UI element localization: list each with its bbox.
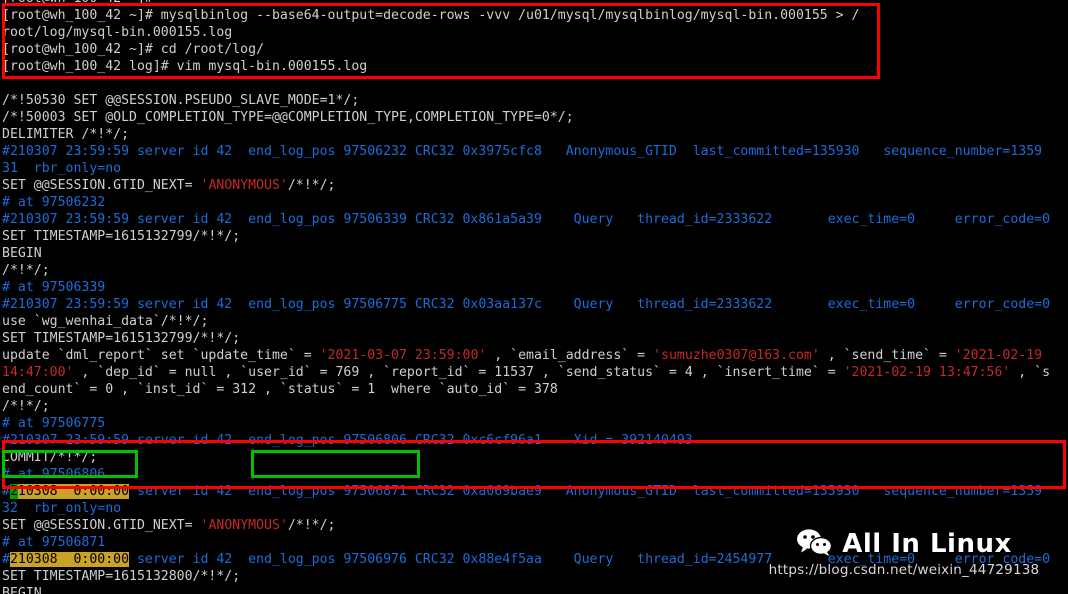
terminal-span: SET TIMESTAMP=1615132799/*!*/; — [2, 229, 241, 244]
terminal-span: end_count` = 0 , `inst_id` = 312 , `stat… — [2, 382, 558, 397]
terminal-span: '2021-02-19 — [954, 348, 1043, 363]
terminal-span: , `dep_id` = null , `user_id` = 769 , `r… — [73, 365, 844, 380]
terminal-line: use `wg_wenhai_data`/*!*/; — [0, 313, 1068, 330]
terminal-line: #210307 23:59:59 server id 42 end_log_po… — [0, 143, 1068, 160]
terminal-span: #210307 23:59:59 server id 42 end_log_po… — [2, 212, 1051, 227]
terminal-line: [root@wh_100_42 ~]# mysqlbinlog --base64… — [0, 7, 1068, 24]
terminal-line: SET @@SESSION.GTID_NEXT= 'ANONYMOUS'/*!*… — [0, 177, 1068, 194]
terminal-span: BEGIN — [2, 586, 42, 594]
terminal-span: /*!*/; — [287, 518, 336, 533]
terminal-line: BEGIN — [0, 585, 1068, 594]
terminal-span: , `email_address` = — [486, 348, 654, 363]
terminal-span: /*!50530 SET @@SESSION.PSEUDO_SLAVE_MODE… — [2, 93, 360, 108]
terminal-span: end_log_pos 97506871 — [248, 484, 407, 499]
terminal-span: SET @@SESSION.GTID_NEXT= — [2, 518, 201, 533]
terminal-span: # — [2, 484, 10, 499]
terminal-line: DELIMITER /*!*/; — [0, 126, 1068, 143]
terminal-line: 32 rbr_only=no — [0, 500, 1068, 517]
terminal-span: /*!*/; — [2, 263, 50, 278]
terminal-line: COMMIT/*!*/; — [0, 449, 1068, 466]
terminal-span: 210308 0:00:00 — [9, 552, 130, 567]
terminal-line: #210307 23:59:59 server id 42 end_log_po… — [0, 296, 1068, 313]
terminal-span: #210307 23:59:59 server id 42 end_log_po… — [2, 433, 693, 448]
terminal-line: root/log/mysql-bin.000155.log — [0, 24, 1068, 41]
watermark: All In Linux https://blog.csdn.net/weixi… — [740, 528, 1068, 578]
watermark-url: https://blog.csdn.net/weixin_44729138 — [768, 562, 1040, 578]
terminal-span: SET TIMESTAMP=1615132800/*!*/; — [2, 569, 241, 584]
terminal-span: [root@wh_100_42 log]# vim mysql-bin.0001… — [2, 59, 368, 74]
terminal-span: 'sumuzhe0307@163.com' — [653, 348, 820, 363]
terminal-span: # at 97506232 — [2, 195, 106, 210]
terminal-line: # at 97506806 — [0, 466, 1068, 483]
terminal-span: , `s — [1010, 365, 1051, 380]
terminal-line: # at 97506232 — [0, 194, 1068, 211]
terminal-span: update `dml_report` set `update_time` = — [2, 348, 320, 363]
terminal-span: # at 97506871 — [2, 535, 106, 550]
terminal-span: # — [2, 552, 10, 567]
terminal-line: BEGIN — [0, 245, 1068, 262]
terminal-span: CRC32 0xa069bae9 Anonymous_GTID last_com… — [406, 484, 1043, 499]
terminal-span: SET @@SESSION.GTID_NEXT= — [2, 178, 201, 193]
terminal-span: [root@wh_100_42 ~]# mysqlbinlog --base64… — [2, 8, 860, 23]
terminal-line: #210307 23:59:59 server id 42 end_log_po… — [0, 211, 1068, 228]
terminal-span: use `wg_wenhai_data`/*!*/; — [2, 314, 209, 329]
terminal-line: /*!*/; — [0, 398, 1068, 415]
terminal-line: /*!50530 SET @@SESSION.PSEUDO_SLAVE_MODE… — [0, 92, 1068, 109]
terminal-line: #210308 0:00:00 server id 42 end_log_pos… — [0, 483, 1068, 500]
terminal-span: # at 97506806 — [2, 467, 106, 482]
terminal-span: 2 — [9, 484, 18, 499]
terminal-span: DELIMITER /*!*/; — [2, 127, 130, 142]
terminal-line: [root@wh_100_42 ~]# cd /root/log/ — [0, 41, 1068, 58]
terminal-line: SET TIMESTAMP=1615132799/*!*/; — [0, 330, 1068, 347]
terminal-span: 31 rbr_only=no — [2, 161, 122, 176]
terminal-line: # at 97506339 — [0, 279, 1068, 296]
terminal-span: 'ANONYMOUS' — [200, 178, 288, 193]
terminal-span: BEGIN — [2, 246, 42, 261]
terminal-line: [root@wh_100_42 ~]# — [0, 0, 1068, 7]
terminal-line: [root@wh_100_42 log]# vim mysql-bin.0001… — [0, 58, 1068, 75]
terminal-line: end_count` = 0 , `inst_id` = 312 , `stat… — [0, 381, 1068, 398]
terminal-line: update `dml_report` set `update_time` = … — [0, 347, 1068, 364]
terminal-span: , `send_time` = — [819, 348, 955, 363]
terminal-line: # at 97506775 — [0, 415, 1068, 432]
terminal-line: #210307 23:59:59 server id 42 end_log_po… — [0, 432, 1068, 449]
terminal-line: 31 rbr_only=no — [0, 160, 1068, 177]
terminal-text-layer: [root@wh_100_42 ~]# [root@wh_100_42 ~]# m… — [0, 0, 1068, 594]
terminal-span: 32 rbr_only=no — [2, 501, 122, 516]
terminal-line: /*!*/; — [0, 262, 1068, 279]
watermark-title-row: All In Linux — [796, 528, 1012, 560]
terminal-span: SET TIMESTAMP=1615132799/*!*/; — [2, 331, 241, 346]
terminal-span: [root@wh_100_42 ~]# cd /root/log/ — [2, 42, 265, 57]
terminal-span: root/log/mysql-bin.000155.log — [2, 25, 233, 40]
terminal-span: 10308 0:00:00 — [17, 484, 130, 499]
terminal-line: 14:47:00' , `dep_id` = null , `user_id` … — [0, 364, 1068, 381]
watermark-title: All In Linux — [842, 529, 1012, 559]
terminal-span: 14:47:00' — [2, 365, 74, 380]
terminal-span: #210307 23:59:59 server id 42 end_log_po… — [2, 297, 1051, 312]
terminal-span: server id 42 — [129, 484, 249, 499]
terminal-span: #210307 23:59:59 server id 42 end_log_po… — [2, 144, 1043, 159]
terminal-span: /*!*/; — [287, 178, 336, 193]
terminal-span: # at 97506775 — [2, 416, 106, 431]
terminal-span: /*!50003 SET @OLD_COMPLETION_TYPE=@@COMP… — [2, 110, 574, 125]
terminal-span: 'ANONYMOUS' — [200, 518, 288, 533]
wechat-icon — [796, 528, 834, 560]
terminal-line: SET TIMESTAMP=1615132799/*!*/; — [0, 228, 1068, 245]
terminal-span: '2021-03-07 23:59:00' — [319, 348, 487, 363]
terminal-window[interactable]: [root@wh_100_42 ~]# [root@wh_100_42 ~]# m… — [0, 0, 1068, 594]
terminal-line: /*!50003 SET @OLD_COMPLETION_TYPE=@@COMP… — [0, 109, 1068, 126]
terminal-span: COMMIT/*!*/; — [2, 450, 98, 465]
terminal-span: '2021-02-19 13:47:56' — [843, 365, 1011, 380]
terminal-span: /*!*/; — [2, 399, 50, 414]
terminal-span: # at 97506339 — [2, 280, 106, 295]
terminal-span: [root@wh_100_42 ~]# — [2, 0, 153, 6]
